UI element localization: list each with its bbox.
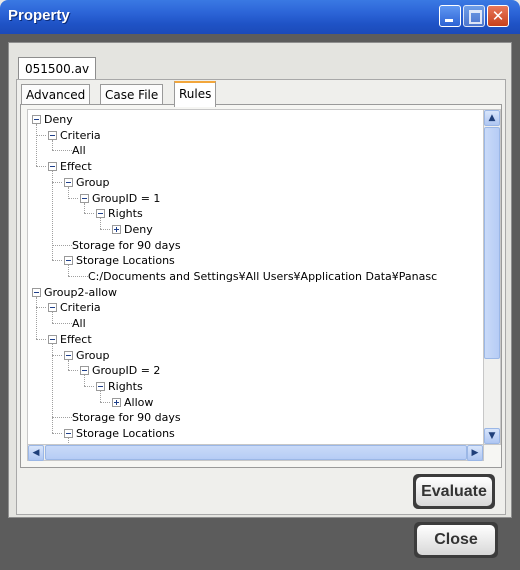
tree-connector [84,202,85,214]
horizontal-scroll-thumb[interactable] [45,445,467,460]
tree-node[interactable]: GroupID = 1 [92,191,160,206]
collapse-icon[interactable] [80,193,89,203]
tree-connector [52,150,72,152]
tree-node[interactable]: Criteria [60,300,101,315]
tree-connector [52,244,72,246]
tree-connector [52,139,53,151]
tab-rules[interactable]: Rules [174,81,217,107]
tree-connector [36,124,37,167]
tree-node[interactable]: All [72,143,86,158]
tree-connector [68,197,78,199]
tree-node[interactable]: Deny [44,112,73,127]
expand-icon[interactable] [112,224,121,234]
tree-node[interactable]: Rights [108,206,143,221]
tree-node[interactable]: Storage for 90 days [72,410,181,425]
tree-connector [100,401,110,403]
close-button[interactable]: Close [417,525,495,555]
rules-tree[interactable]: Deny Criteria All Effect Group GroupID = 1 Rig… [27,109,484,445]
tree-node[interactable]: Group2-allow [44,285,117,300]
close-button-frame: Close [414,522,498,558]
tree-node[interactable]: All [72,316,86,331]
tree-connector [84,385,94,387]
evaluate-button[interactable]: Evaluate [416,477,492,506]
file-panel: Advanced Case File Rules Deny Criteria All… [16,79,506,515]
tree-node[interactable]: Criteria [60,128,101,143]
property-panel: 051500.av Advanced Case File Rules Deny C… [8,42,512,518]
collapse-icon[interactable] [48,162,57,172]
tree-node[interactable]: Storage Locations [76,253,175,268]
collapse-icon[interactable] [64,429,73,438]
collapse-icon[interactable] [64,350,73,360]
collapse-icon[interactable] [96,209,105,219]
tree-node[interactable]: Group [76,348,110,363]
collapse-icon[interactable] [80,366,89,376]
tree-connector [52,433,62,434]
close-icon[interactable]: ✕ [487,5,509,27]
minimize-icon[interactable] [439,5,461,27]
vertical-scroll-thumb[interactable] [484,127,500,359]
tree-node[interactable]: GroupID = 2 [92,363,160,378]
tree-connector [52,343,53,433]
collapse-icon[interactable] [48,130,57,140]
collapse-icon[interactable] [32,287,41,297]
tree-connector [68,359,69,371]
tree-connector [52,312,53,324]
scroll-down-icon[interactable]: ▼ [484,428,500,444]
tree-connector [84,375,85,386]
file-tab[interactable]: 051500.av [18,57,97,80]
collapse-icon[interactable] [64,256,73,266]
collapse-icon[interactable] [96,381,105,391]
tree-node[interactable]: Storage Locations [76,426,175,441]
scroll-left-icon[interactable]: ◀ [28,445,44,461]
tree-connector [52,260,62,262]
tree-connector [100,390,101,402]
tree-node[interactable]: Deny [124,222,153,237]
tree-connector [36,166,46,168]
tree-content: Deny Criteria All Effect Group GroupID = 1 Rig… [28,110,483,444]
tab-advanced[interactable]: Advanced [21,84,91,105]
tree-node[interactable]: Effect [60,159,92,174]
tree-connector [52,171,53,261]
tree-connector [36,134,46,136]
expand-icon[interactable] [112,397,121,407]
vertical-scrollbar[interactable]: ▲ ▼ [483,109,501,445]
tree-connector [68,186,69,198]
title-bar[interactable]: Property ✕ [0,0,520,34]
horizontal-scrollbar[interactable]: ◀ ▶ [27,444,484,461]
tree-node[interactable]: Effect [60,332,92,347]
tree-connector [52,323,72,325]
tree-connector [52,354,62,356]
tab-case-file[interactable]: Case File [100,84,164,105]
tree-connector [52,181,62,183]
tree-connector [100,228,110,230]
tree-node[interactable]: Group [76,175,110,190]
tree-node[interactable]: Rights [108,379,143,394]
tree-node[interactable]: C:/Documents and Settings¥All Users¥Appl… [88,269,437,284]
rules-tab-body: Deny Criteria All Effect Group GroupID = 1 Rig… [20,104,502,468]
collapse-icon[interactable] [64,177,73,187]
tree-connector [36,338,46,340]
maximize-icon[interactable] [463,5,485,27]
scroll-right-icon[interactable]: ▶ [467,445,483,461]
window-title: Property [8,7,70,24]
window-frame: 051500.av Advanced Case File Rules Deny C… [0,34,520,570]
tree-connector [68,370,78,372]
scroll-up-icon[interactable]: ▲ [484,110,500,126]
tree-connector [100,218,101,229]
evaluate-button-frame: Evaluate [413,474,495,509]
tree-connector [36,296,37,339]
tree-node[interactable]: Storage for 90 days [72,238,181,253]
tree-connector [84,213,94,215]
tree-connector [68,276,88,277]
tree-connector [52,417,72,419]
tree-node[interactable]: Allow [124,395,153,410]
tree-connector [36,307,46,309]
collapse-icon[interactable] [48,334,57,344]
tree-connector [68,265,69,276]
collapse-icon[interactable] [32,115,41,124]
collapse-icon[interactable] [48,303,57,313]
